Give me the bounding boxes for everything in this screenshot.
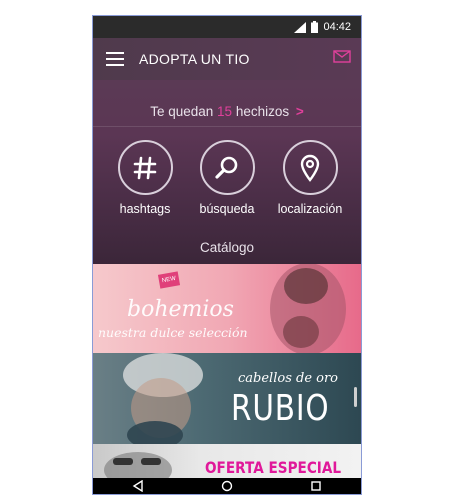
hechizos-counter[interactable]: Te quedan 15 hechizos >	[93, 104, 361, 119]
banner-rubio[interactable]: cabellos de oro RUBIO	[93, 353, 361, 444]
localizacion-button[interactable]: localización	[275, 140, 345, 216]
app-title: ADOPTA UN TIO	[139, 51, 250, 67]
scrollbar[interactable]	[354, 387, 357, 407]
hechizos-prefix: Te quedan	[150, 104, 214, 119]
signal-icon	[294, 21, 307, 33]
banner-bohemios-subtitle: nuestra dulce selección	[98, 325, 248, 340]
chevron-right-icon: >	[295, 104, 304, 119]
back-icon[interactable]	[132, 480, 144, 492]
catalogo-title: Catálogo	[199, 240, 255, 255]
recents-icon[interactable]	[310, 480, 322, 492]
phone-screen: 04:42 ADOPTA UN TIO Te quedan 15 hechizo…	[93, 16, 361, 494]
battery-icon	[311, 21, 319, 33]
hashtags-label: hashtags	[119, 202, 171, 216]
mail-icon[interactable]	[333, 50, 351, 63]
busqueda-label: búsqueda	[199, 202, 255, 216]
status-bar: 04:42	[93, 16, 361, 38]
hashtags-button[interactable]: hashtags	[110, 140, 180, 216]
banner-rubio-title: RUBIO	[231, 388, 330, 429]
hamburger-icon[interactable]	[106, 52, 124, 66]
hashtag-icon	[117, 140, 173, 195]
divider	[93, 126, 361, 127]
banner-oferta-title: OFERTA ESPECIAL	[205, 458, 342, 477]
localizacion-label: localización	[277, 202, 343, 216]
location-pin-icon	[282, 140, 338, 195]
banner-oferta[interactable]: OFERTA ESPECIAL	[93, 444, 361, 478]
nav-bar	[93, 478, 361, 494]
banner-bohemios[interactable]: NEW bohemios nuestra dulce selección	[93, 264, 361, 353]
status-time: 04:42	[323, 21, 351, 33]
action-buttons: hashtags búsqueda localización	[93, 140, 361, 220]
hechizos-suffix: hechizos	[235, 104, 290, 119]
banner-rubio-script: cabellos de oro	[238, 371, 339, 386]
app-bar: ADOPTA UN TIO	[93, 38, 361, 80]
banner-bohemios-title: bohemios	[127, 297, 234, 322]
home-icon[interactable]	[221, 480, 233, 492]
busqueda-button[interactable]: búsqueda	[192, 140, 262, 216]
search-icon	[199, 140, 255, 195]
hechizos-count: 15	[217, 104, 233, 119]
